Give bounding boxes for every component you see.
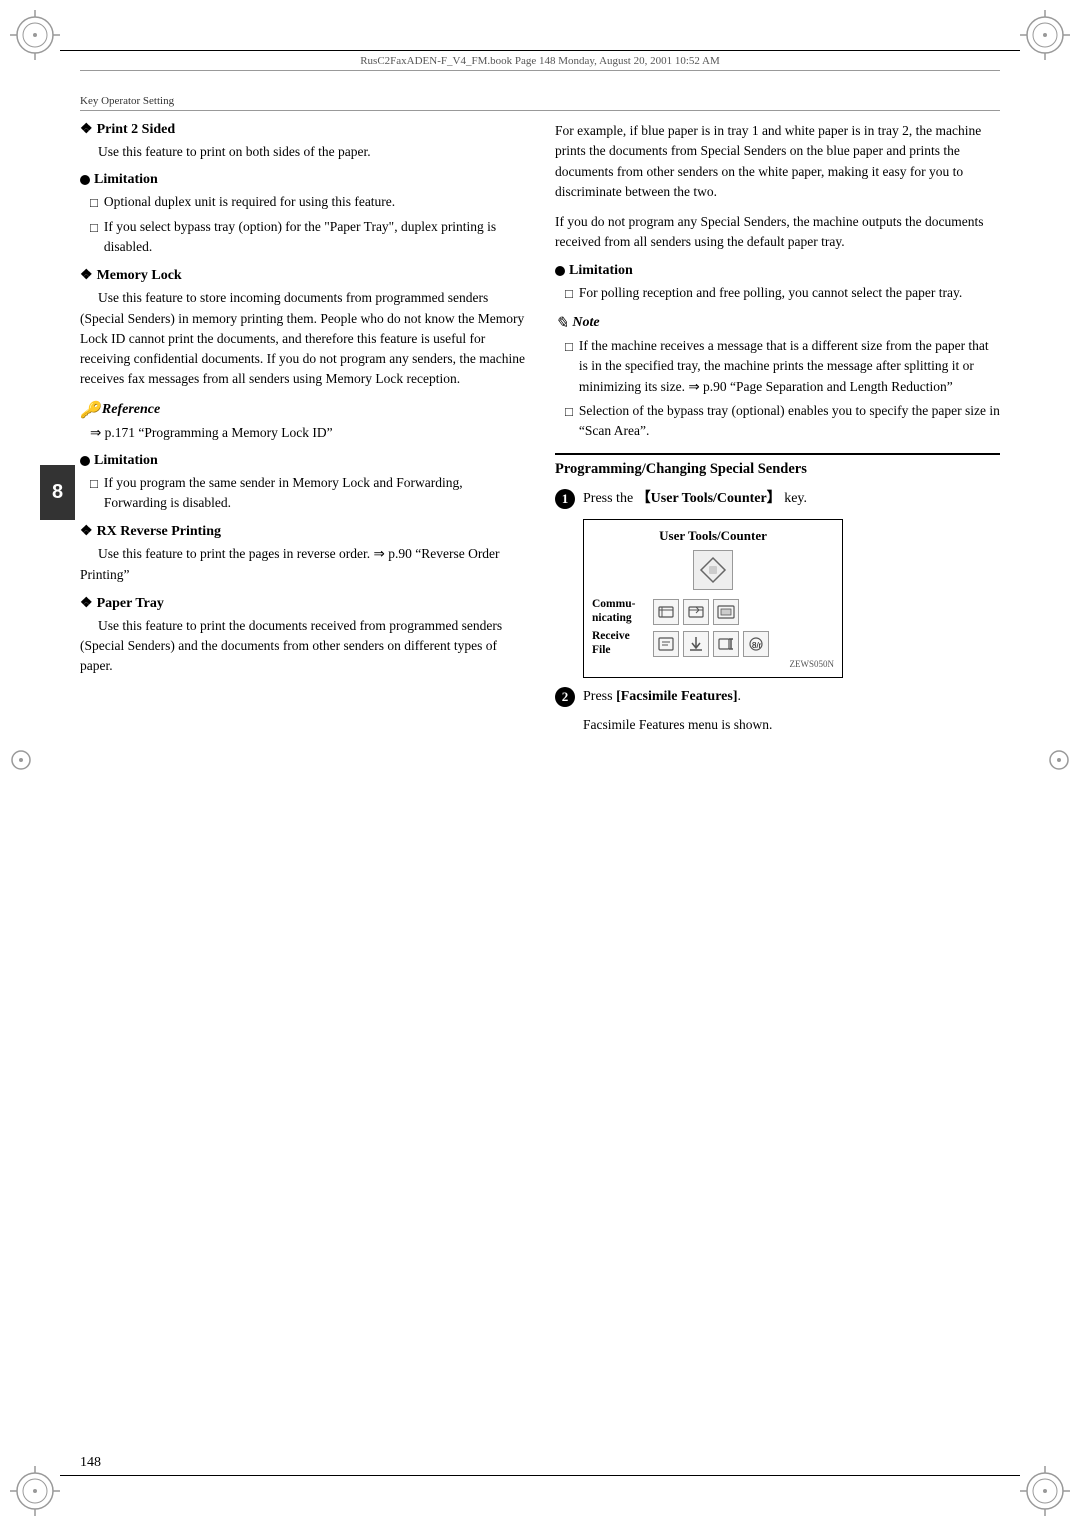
memory-lock-heading: ❖ Memory Lock <box>80 267 525 284</box>
paper-tray-body: Use this feature to print the documents … <box>80 616 525 677</box>
limitation-2-item-1: If you program the same sender in Memory… <box>90 473 525 514</box>
right-side-marker <box>1048 749 1070 771</box>
note-heading: ✎ Note <box>555 313 1000 333</box>
rx-reverse-printing-body: Use this feature to print the pages in r… <box>80 544 525 585</box>
panel-icon-receive-3 <box>713 631 739 657</box>
print-2-sided-heading: ❖ Print 2 Sided <box>80 121 525 138</box>
rx-reverse-printing-label: RX Reverse Printing <box>97 524 221 540</box>
intro-text-1: For example, if blue paper is in tray 1 … <box>555 121 1000 202</box>
panel-center-btn-area <box>592 550 834 590</box>
step-1-row: 1 Press the 【User Tools/Counter】 key. <box>555 488 1000 509</box>
panel-row-commu: Commu-nicating <box>592 598 834 626</box>
svg-text:8/r: 8/r <box>752 641 762 650</box>
print-2-sided-body: Use this feature to print on both sides … <box>80 142 525 162</box>
right-column: For example, if blue paper is in tray 1 … <box>555 121 1000 733</box>
panel-commu-icons <box>653 599 739 625</box>
panel-receive-label: ReceiveFile <box>592 630 647 658</box>
reference-heading: 🔑 Reference <box>80 400 525 420</box>
corner-decoration-br <box>1020 1466 1070 1516</box>
panel-icon-commu-3 <box>713 599 739 625</box>
corner-decoration-tl <box>10 10 60 60</box>
panel-diamond-button <box>693 550 733 590</box>
panel-row-receive: ReceiveFile <box>592 630 834 658</box>
reference-text: ⇒ p.171 “Programming a Memory Lock ID” <box>80 423 525 443</box>
border-top <box>60 50 1020 51</box>
step-2-text: Press [Facsimile Features]. <box>583 686 1000 707</box>
limitation-1-item-2: If you select bypass tray (option) for t… <box>90 217 525 258</box>
left-side-marker <box>10 749 32 771</box>
limitation-2-heading: Limitation <box>80 453 525 469</box>
panel-caption: ZEWS050N <box>592 659 834 669</box>
note-item-2: Selection of the bypass tray (optional) … <box>565 401 1000 442</box>
corner-decoration-tr <box>1020 10 1070 60</box>
panel-commu-label: Commu-nicating <box>592 598 647 626</box>
step-2-row: 2 Press [Facsimile Features]. <box>555 686 1000 707</box>
bullet-circle-2 <box>80 456 90 466</box>
programming-heading: Programming/Changing Special Senders <box>555 461 1000 478</box>
limitation-1-list: Optional duplex unit is required for usi… <box>80 192 525 257</box>
print-2-sided-label: Print 2 Sided <box>97 122 176 138</box>
intro-text-2: If you do not program any Special Sender… <box>555 212 1000 253</box>
panel-icon-commu-2 <box>683 599 709 625</box>
limitation-2-list: If you program the same sender in Memory… <box>80 473 525 514</box>
panel-diagram: User Tools/Counter Commu-nicating <box>583 519 843 678</box>
diamond-icon-paper: ❖ <box>80 595 93 612</box>
page-header: RusC2FaxADEN-F_V4_FM.book Page 148 Monda… <box>80 55 1000 71</box>
key-bracket-user-tools: 【User Tools/Counter】 <box>637 491 781 506</box>
step-1-number: 1 <box>555 489 575 509</box>
rx-reverse-printing-heading: ❖ RX Reverse Printing <box>80 523 525 540</box>
page-content: Key Operator Setting 8 ❖ Print 2 Sided U… <box>80 95 1000 1456</box>
note-item-1: If the machine receives a message that i… <box>565 336 1000 397</box>
step-2-number: 2 <box>555 687 575 707</box>
limitation-3-heading: Limitation <box>555 263 1000 279</box>
key-operator-label: Key Operator Setting <box>80 95 1000 111</box>
two-column-layout: ❖ Print 2 Sided Use this feature to prin… <box>80 121 1000 733</box>
limitation-3-item-1: For polling reception and free polling, … <box>565 283 1000 304</box>
panel-receive-icons: 8/r <box>653 631 769 657</box>
memory-lock-body: Use this feature to store incoming docum… <box>80 288 525 389</box>
left-column: ❖ Print 2 Sided Use this feature to prin… <box>80 121 525 733</box>
limitation-1-heading: Limitation <box>80 172 525 188</box>
limitation-1-label: Limitation <box>94 172 158 188</box>
panel-icon-receive-1 <box>653 631 679 657</box>
diamond-icon-print: ❖ <box>80 121 93 138</box>
diamond-icon-rx: ❖ <box>80 523 93 540</box>
programming-section: Programming/Changing Special Senders 1 P… <box>555 453 1000 733</box>
border-bottom <box>60 1475 1020 1476</box>
memory-lock-label: Memory Lock <box>97 268 182 284</box>
panel-icon-receive-4: 8/r <box>743 631 769 657</box>
paper-tray-heading: ❖ Paper Tray <box>80 595 525 612</box>
note-list: If the machine receives a message that i… <box>555 336 1000 441</box>
reference-label: Reference <box>102 402 160 418</box>
step-1-text: Press the 【User Tools/Counter】 key. <box>583 488 1000 509</box>
paper-tray-label: Paper Tray <box>97 596 164 612</box>
limitation-2-label: Limitation <box>94 453 158 469</box>
panel-rows: Commu-nicating <box>592 598 834 657</box>
note-section: ✎ Note If the machine receives a message… <box>555 313 1000 441</box>
reference-section: 🔑 Reference ⇒ p.171 “Programming a Memor… <box>80 400 525 443</box>
chapter-tab: 8 <box>40 465 75 520</box>
bullet-circle-1 <box>80 175 90 185</box>
header-text: RusC2FaxADEN-F_V4_FM.book Page 148 Monda… <box>360 55 720 67</box>
limitation-3-label: Limitation <box>569 263 633 279</box>
reference-icon: 🔑 <box>80 400 100 420</box>
limitation-3-list: For polling reception and free polling, … <box>555 283 1000 304</box>
bullet-circle-3 <box>555 266 565 276</box>
panel-title: User Tools/Counter <box>592 528 834 544</box>
note-icon: ✎ <box>555 313 568 333</box>
panel-icon-receive-2 <box>683 631 709 657</box>
limitation-1-item-1: Optional duplex unit is required for usi… <box>90 192 525 213</box>
page-number: 148 <box>80 1455 101 1471</box>
note-label: Note <box>572 315 599 331</box>
panel-icon-commu-1 <box>653 599 679 625</box>
step-2-note: Facsimile Features menu is shown. <box>555 717 1000 733</box>
diamond-icon-memory: ❖ <box>80 267 93 284</box>
corner-decoration-bl <box>10 1466 60 1516</box>
